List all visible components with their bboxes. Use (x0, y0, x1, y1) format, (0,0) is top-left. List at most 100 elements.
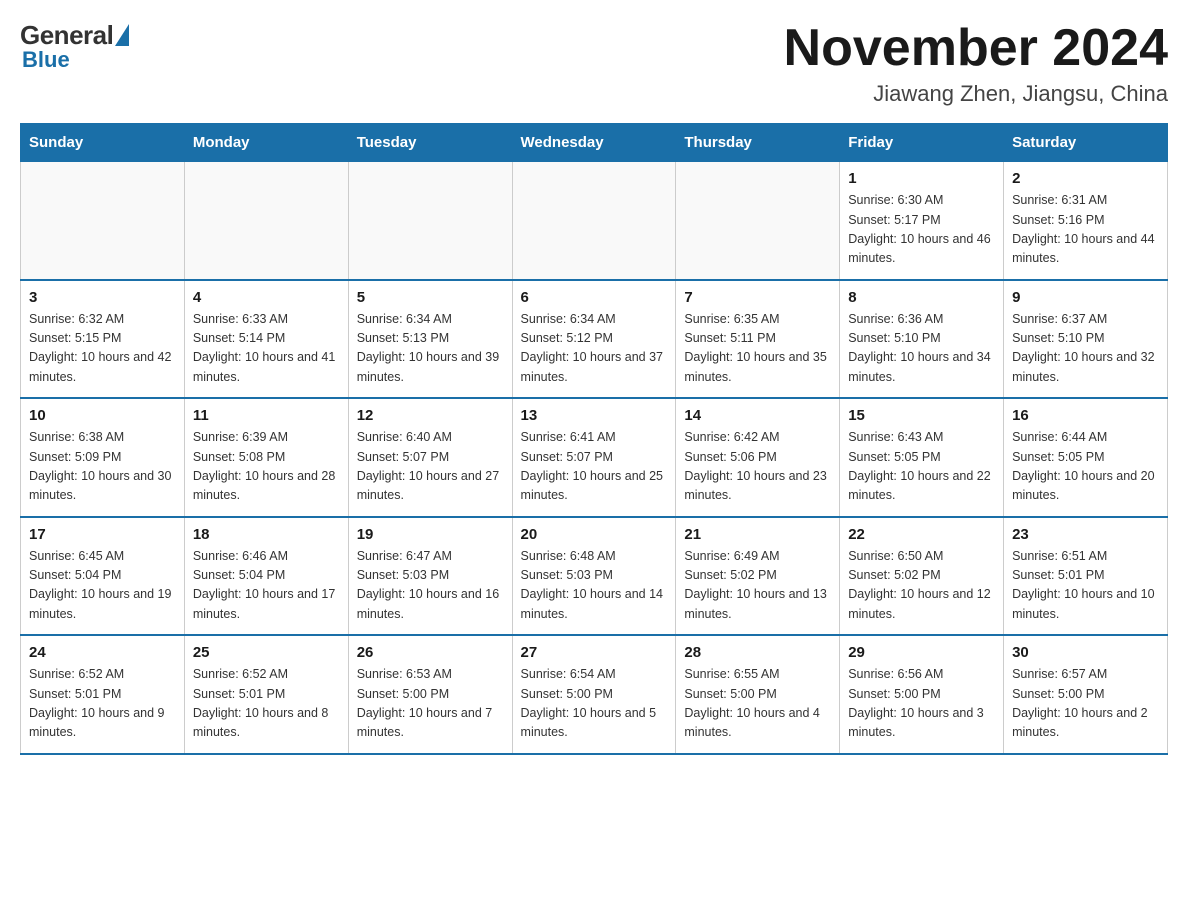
calendar-table: SundayMondayTuesdayWednesdayThursdayFrid… (20, 123, 1168, 755)
day-info: Sunrise: 6:54 AM Sunset: 5:00 PM Dayligh… (521, 665, 668, 743)
day-info: Sunrise: 6:46 AM Sunset: 5:04 PM Dayligh… (193, 547, 340, 625)
calendar-cell: 25Sunrise: 6:52 AM Sunset: 5:01 PM Dayli… (184, 635, 348, 754)
calendar-subtitle: Jiawang Zhen, Jiangsu, China (784, 81, 1168, 107)
day-number: 8 (848, 289, 995, 306)
calendar-cell: 30 Sunrise: 6:57 AM Sunset: 5:00 PM Dayli… (1004, 635, 1168, 754)
day-info: Sunrise: 6:33 AM Sunset: 5:14 PM Dayligh… (193, 310, 340, 388)
calendar-cell: 2 Sunrise: 6:31 AM Sunset: 5:16 PM Daylig… (1004, 162, 1168, 280)
day-number: 23 (1012, 526, 1159, 543)
calendar-cell: 15 Sunrise: 6:43 AM Sunset: 5:05 PM Dayli… (840, 398, 1004, 517)
day-info: Sunrise: 6:41 AM Sunset: 5:07 PM Dayligh… (521, 428, 668, 506)
day-number: 24 (29, 644, 176, 661)
day-info: Sunrise: 6:39 AM Sunset: 5:08 PM Dayligh… (193, 428, 340, 506)
calendar-cell: 20 Sunrise: 6:48 AM Sunset: 5:03 PM Dayli… (512, 517, 676, 636)
weekday-header-tuesday: Tuesday (348, 124, 512, 162)
day-info: Sunrise: 6:40 AM Sunset: 5:07 PM Dayligh… (357, 428, 504, 506)
calendar-cell: 22 Sunrise: 6:50 AM Sunset: 5:02 PM Dayli… (840, 517, 1004, 636)
logo-triangle-icon (115, 24, 129, 46)
day-number: 30 (1012, 644, 1159, 661)
calendar-cell (184, 162, 348, 280)
day-info: Sunrise: 6:55 AM Sunset: 5:00 PM Dayligh… (684, 665, 831, 743)
day-number: 20 (521, 526, 668, 543)
calendar-cell: 21 Sunrise: 6:49 AM Sunset: 5:02 PM Dayli… (676, 517, 840, 636)
day-info: Sunrise: 6:56 AM Sunset: 5:00 PM Dayligh… (848, 665, 995, 743)
day-number: 11 (193, 407, 340, 424)
day-number: 3 (29, 289, 176, 306)
calendar-cell: 23 Sunrise: 6:51 AM Sunset: 5:01 PM Dayli… (1004, 517, 1168, 636)
weekday-header-monday: Monday (184, 124, 348, 162)
day-info: Sunrise: 6:31 AM Sunset: 5:16 PM Dayligh… (1012, 191, 1159, 269)
day-info: Sunrise: 6:47 AM Sunset: 5:03 PM Dayligh… (357, 547, 504, 625)
day-number: 13 (521, 407, 668, 424)
day-info: Sunrise: 6:50 AM Sunset: 5:02 PM Dayligh… (848, 547, 995, 625)
calendar-cell: 8 Sunrise: 6:36 AM Sunset: 5:10 PM Daylig… (840, 280, 1004, 399)
calendar-cell: 10 Sunrise: 6:38 AM Sunset: 5:09 PM Dayli… (21, 398, 185, 517)
day-number: 5 (357, 289, 504, 306)
calendar-cell (676, 162, 840, 280)
day-number: 2 (1012, 170, 1159, 187)
calendar-cell (512, 162, 676, 280)
day-info: Sunrise: 6:53 AM Sunset: 5:00 PM Dayligh… (357, 665, 504, 743)
day-info: Sunrise: 6:57 AM Sunset: 5:00 PM Dayligh… (1012, 665, 1159, 743)
calendar-cell: 11 Sunrise: 6:39 AM Sunset: 5:08 PM Dayli… (184, 398, 348, 517)
calendar-cell: 12 Sunrise: 6:40 AM Sunset: 5:07 PM Dayli… (348, 398, 512, 517)
calendar-cell: 1Sunrise: 6:30 AM Sunset: 5:17 PM Daylig… (840, 162, 1004, 280)
calendar-cell (21, 162, 185, 280)
day-info: Sunrise: 6:37 AM Sunset: 5:10 PM Dayligh… (1012, 310, 1159, 388)
day-number: 27 (521, 644, 668, 661)
day-info: Sunrise: 6:30 AM Sunset: 5:17 PM Dayligh… (848, 191, 995, 269)
day-number: 10 (29, 407, 176, 424)
day-number: 16 (1012, 407, 1159, 424)
day-info: Sunrise: 6:49 AM Sunset: 5:02 PM Dayligh… (684, 547, 831, 625)
day-number: 4 (193, 289, 340, 306)
page-header: General Blue November 2024 Jiawang Zhen,… (20, 20, 1168, 107)
day-info: Sunrise: 6:48 AM Sunset: 5:03 PM Dayligh… (521, 547, 668, 625)
logo: General Blue (20, 20, 129, 73)
day-info: Sunrise: 6:51 AM Sunset: 5:01 PM Dayligh… (1012, 547, 1159, 625)
calendar-cell: 17 Sunrise: 6:45 AM Sunset: 5:04 PM Dayli… (21, 517, 185, 636)
day-info: Sunrise: 6:38 AM Sunset: 5:09 PM Dayligh… (29, 428, 176, 506)
day-info: Sunrise: 6:52 AM Sunset: 5:01 PM Dayligh… (29, 665, 176, 743)
day-number: 12 (357, 407, 504, 424)
weekday-header-saturday: Saturday (1004, 124, 1168, 162)
day-number: 14 (684, 407, 831, 424)
day-number: 18 (193, 526, 340, 543)
calendar-cell: 27 Sunrise: 6:54 AM Sunset: 5:00 PM Dayli… (512, 635, 676, 754)
calendar-cell: 24 Sunrise: 6:52 AM Sunset: 5:01 PM Dayli… (21, 635, 185, 754)
day-number: 21 (684, 526, 831, 543)
day-info: Sunrise: 6:42 AM Sunset: 5:06 PM Dayligh… (684, 428, 831, 506)
calendar-cell: 6 Sunrise: 6:34 AM Sunset: 5:12 PM Daylig… (512, 280, 676, 399)
day-info: Sunrise: 6:32 AM Sunset: 5:15 PM Dayligh… (29, 310, 176, 388)
calendar-cell: 29Sunrise: 6:56 AM Sunset: 5:00 PM Dayli… (840, 635, 1004, 754)
calendar-cell: 14 Sunrise: 6:42 AM Sunset: 5:06 PM Dayli… (676, 398, 840, 517)
day-number: 26 (357, 644, 504, 661)
calendar-cell: 28 Sunrise: 6:55 AM Sunset: 5:00 PM Dayli… (676, 635, 840, 754)
calendar-cell: 13 Sunrise: 6:41 AM Sunset: 5:07 PM Dayli… (512, 398, 676, 517)
title-area: November 2024 Jiawang Zhen, Jiangsu, Chi… (784, 20, 1168, 107)
calendar-cell: 3 Sunrise: 6:32 AM Sunset: 5:15 PM Daylig… (21, 280, 185, 399)
day-info: Sunrise: 6:35 AM Sunset: 5:11 PM Dayligh… (684, 310, 831, 388)
day-number: 19 (357, 526, 504, 543)
calendar-cell: 19 Sunrise: 6:47 AM Sunset: 5:03 PM Dayli… (348, 517, 512, 636)
calendar-cell: 5Sunrise: 6:34 AM Sunset: 5:13 PM Daylig… (348, 280, 512, 399)
day-number: 6 (521, 289, 668, 306)
day-number: 22 (848, 526, 995, 543)
day-info: Sunrise: 6:34 AM Sunset: 5:12 PM Dayligh… (521, 310, 668, 388)
calendar-title: November 2024 (784, 20, 1168, 77)
calendar-cell: 26 Sunrise: 6:53 AM Sunset: 5:00 PM Dayli… (348, 635, 512, 754)
day-info: Sunrise: 6:52 AM Sunset: 5:01 PM Dayligh… (193, 665, 340, 743)
day-info: Sunrise: 6:45 AM Sunset: 5:04 PM Dayligh… (29, 547, 176, 625)
logo-blue-text: Blue (22, 47, 70, 73)
day-number: 17 (29, 526, 176, 543)
day-info: Sunrise: 6:36 AM Sunset: 5:10 PM Dayligh… (848, 310, 995, 388)
day-number: 28 (684, 644, 831, 661)
calendar-cell (348, 162, 512, 280)
day-number: 15 (848, 407, 995, 424)
day-info: Sunrise: 6:43 AM Sunset: 5:05 PM Dayligh… (848, 428, 995, 506)
day-number: 7 (684, 289, 831, 306)
calendar-cell: 7 Sunrise: 6:35 AM Sunset: 5:11 PM Daylig… (676, 280, 840, 399)
calendar-cell: 9 Sunrise: 6:37 AM Sunset: 5:10 PM Daylig… (1004, 280, 1168, 399)
weekday-header-friday: Friday (840, 124, 1004, 162)
calendar-cell: 18 Sunrise: 6:46 AM Sunset: 5:04 PM Dayli… (184, 517, 348, 636)
day-number: 9 (1012, 289, 1159, 306)
